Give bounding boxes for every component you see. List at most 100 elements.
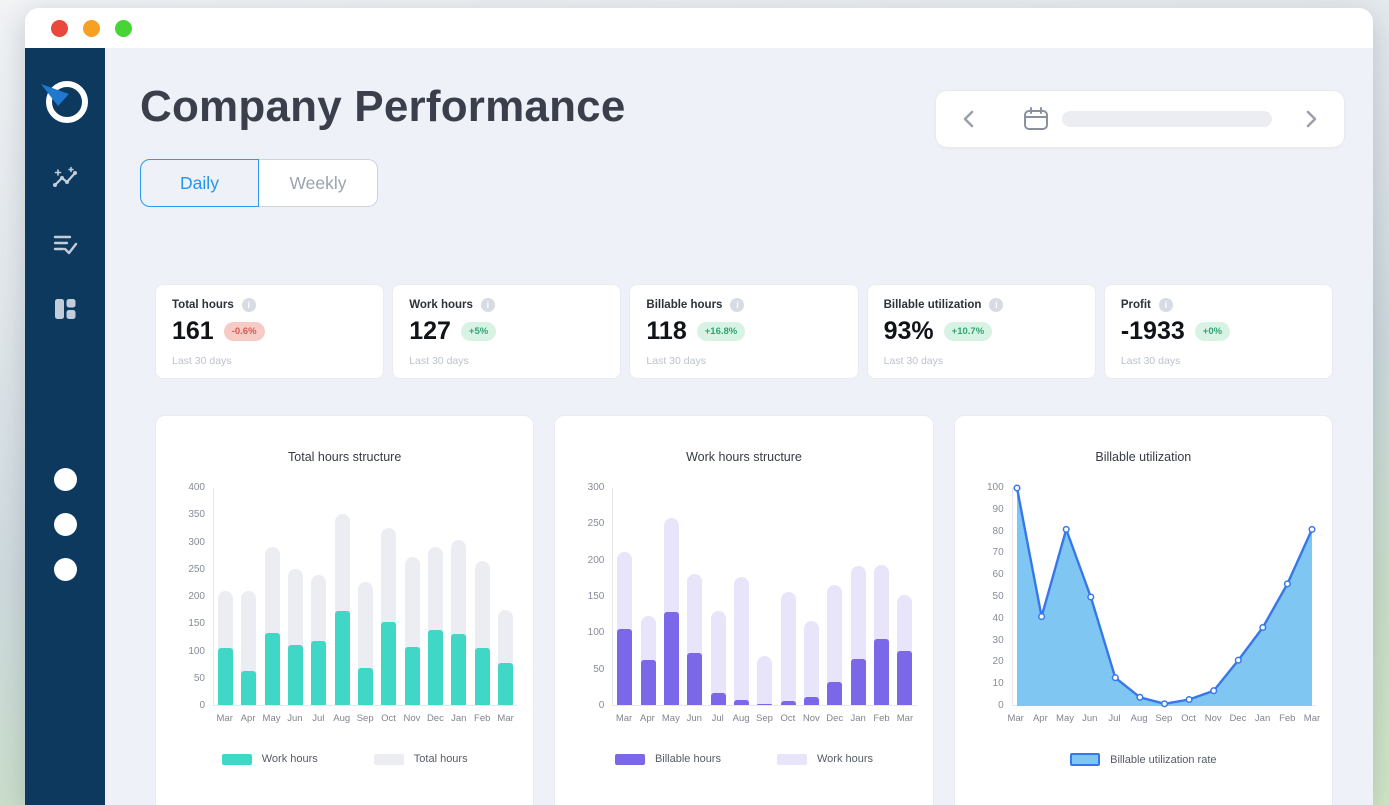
- x-axis-label: May: [1056, 713, 1074, 724]
- info-icon[interactable]: i: [1159, 298, 1173, 312]
- x-axis-label: Jan: [1255, 713, 1270, 724]
- legend-swatch: [1070, 753, 1100, 766]
- user-avatar[interactable]: [54, 468, 77, 491]
- tab-daily[interactable]: Daily: [140, 159, 259, 207]
- chart-plot: 050100150200250300350400: [213, 488, 517, 706]
- tasks-checklist-icon: [52, 231, 78, 257]
- y-axis-tick: 400: [188, 482, 205, 493]
- front-bar: [335, 611, 350, 705]
- x-axis-label: Sep: [756, 713, 773, 724]
- minimize-window-button[interactable]: [83, 20, 100, 37]
- x-axis-label: Jul: [1108, 713, 1120, 724]
- x-axis-label: Feb: [1279, 713, 1295, 724]
- chevron-left-icon: [958, 108, 980, 130]
- chart-title: Total hours structure: [156, 450, 533, 464]
- front-bar: [428, 630, 443, 705]
- chart-card: Work hours structure050100150200250300Ma…: [554, 415, 933, 805]
- sidebar-item-trends[interactable]: [52, 166, 78, 192]
- x-axis-label: Mar: [616, 713, 632, 724]
- chart-title: Work hours structure: [555, 450, 932, 464]
- kpi-period: Last 30 days: [646, 355, 841, 367]
- fullscreen-window-button[interactable]: [115, 20, 132, 37]
- front-bar: [498, 663, 513, 706]
- front-bar: [851, 659, 866, 705]
- y-axis-tick: 60: [993, 569, 1004, 580]
- kpi-period: Last 30 days: [172, 355, 367, 367]
- front-bar: [687, 653, 702, 705]
- front-bar: [451, 634, 466, 705]
- user-avatar[interactable]: [54, 558, 77, 581]
- x-axis-label: May: [662, 713, 680, 724]
- info-icon[interactable]: i: [481, 298, 495, 312]
- kpi-label: Billable hours: [646, 299, 722, 311]
- date-range-placeholder[interactable]: [1062, 111, 1272, 127]
- y-axis-tick: 100: [188, 646, 205, 657]
- info-icon[interactable]: i: [989, 298, 1003, 312]
- x-axis-label: Oct: [781, 713, 796, 724]
- x-axis-label: Nov: [404, 713, 421, 724]
- y-axis-tick: 100: [987, 482, 1004, 493]
- y-axis-tick: 150: [588, 591, 605, 602]
- prev-period-button[interactable]: [958, 108, 980, 130]
- calendar-icon[interactable]: [1022, 105, 1050, 133]
- y-axis-tick: 50: [593, 664, 604, 675]
- window-controls: [51, 20, 132, 37]
- charts-row: Total hours structure 0501001502002503003…: [155, 415, 1333, 805]
- next-period-button[interactable]: [1300, 108, 1322, 130]
- x-axis-label: Mar: [497, 713, 513, 724]
- y-axis-tick: 0: [599, 700, 605, 711]
- x-axis-labels: MarAprMayJunJulAugSepOctNovDecJanFebMar: [612, 713, 916, 727]
- kpi-delta-badge: +10.7%: [944, 322, 993, 341]
- app-logo-timer-icon[interactable]: [39, 74, 91, 126]
- legend-label: Billable utilization rate: [1110, 754, 1216, 766]
- window-titlebar: [25, 8, 1373, 48]
- sidebar-item-tasks[interactable]: [52, 231, 78, 257]
- x-axis-label: Feb: [873, 713, 889, 724]
- info-icon[interactable]: i: [730, 298, 744, 312]
- y-axis-tick: 70: [993, 547, 1004, 558]
- y-axis-tick: 100: [588, 627, 605, 638]
- y-axis-tick: 10: [993, 678, 1004, 689]
- x-axis-label: Oct: [1181, 713, 1196, 724]
- kpi-label: Work hours: [409, 299, 473, 311]
- kpi-value: 127: [409, 317, 451, 346]
- y-axis-tick: 50: [993, 591, 1004, 602]
- tab-weekly[interactable]: Weekly: [259, 159, 378, 207]
- chevron-right-icon: [1300, 108, 1322, 130]
- front-bar: [288, 645, 303, 705]
- y-axis-tick: 40: [993, 613, 1004, 624]
- y-axis-tick: 50: [194, 673, 205, 684]
- kpi-delta-badge: +5%: [461, 322, 496, 341]
- front-bar: [218, 648, 233, 705]
- front-bar: [874, 639, 889, 705]
- front-bar: [897, 651, 912, 706]
- y-axis-tick: 200: [588, 555, 605, 566]
- x-axis-label: Jul: [312, 713, 324, 724]
- x-axis-label: Mar: [1304, 713, 1320, 724]
- kpi-label: Billable utilization: [884, 299, 982, 311]
- legend-label: Billable hours: [655, 753, 721, 765]
- y-axis-tick: 300: [188, 537, 205, 548]
- chart-title: Billable utilization: [955, 450, 1332, 464]
- kpi-value: 161: [172, 317, 214, 346]
- kpi-card: Total hoursi161-0.6%Last 30 days: [155, 284, 384, 379]
- legend-label: Work hours: [262, 753, 318, 765]
- front-bar: [781, 701, 796, 705]
- kpi-card: Billable hoursi118+16.8%Last 30 days: [629, 284, 858, 379]
- front-bar: [664, 612, 679, 705]
- x-axis-label: Jan: [850, 713, 865, 724]
- kpi-value: 118: [646, 317, 686, 346]
- kpi-period: Last 30 days: [1121, 355, 1316, 367]
- legend-swatch: [615, 754, 645, 765]
- legend-item: Billable hours: [615, 753, 721, 765]
- x-axis-label: Sep: [357, 713, 374, 724]
- kpi-card: Profiti-1933+0%Last 30 days: [1104, 284, 1333, 379]
- close-window-button[interactable]: [51, 20, 68, 37]
- user-avatar[interactable]: [54, 513, 77, 536]
- kpi-card: Work hoursi127+5%Last 30 days: [392, 284, 621, 379]
- x-axis-label: Dec: [826, 713, 843, 724]
- kpi-value: 93%: [884, 317, 934, 346]
- sidebar-item-dashboard[interactable]: [52, 296, 78, 322]
- info-icon[interactable]: i: [242, 298, 256, 312]
- front-bar: [617, 629, 632, 705]
